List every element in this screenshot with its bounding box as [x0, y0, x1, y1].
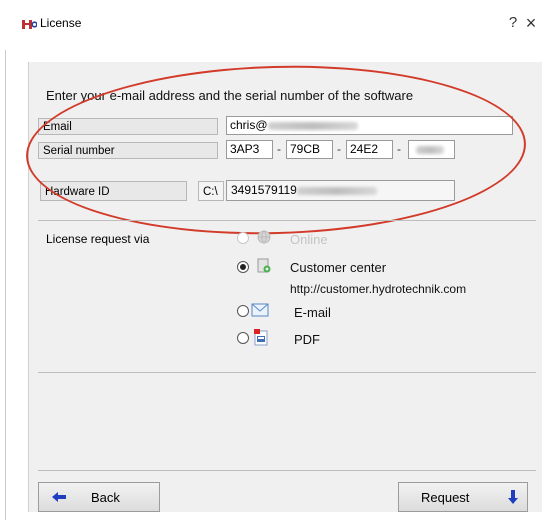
title-bar	[0, 0, 557, 40]
option-pdf-label[interactable]: PDF	[294, 332, 320, 347]
divider	[38, 470, 536, 471]
radio-email[interactable]	[237, 305, 249, 317]
request-button[interactable]: Request	[398, 482, 528, 512]
pdf-icon	[254, 329, 268, 346]
radio-online	[237, 232, 249, 244]
globe-icon	[257, 230, 271, 244]
arrow-down-icon	[508, 490, 518, 504]
close-button[interactable]: ×	[515, 10, 547, 36]
back-button[interactable]: Back	[38, 482, 160, 512]
option-email-label[interactable]: E-mail	[294, 305, 331, 320]
customer-center-url: http://customer.hydrotechnik.com	[290, 282, 467, 296]
envelope-icon	[251, 303, 269, 317]
left-border	[5, 50, 6, 520]
back-button-label: Back	[91, 490, 120, 505]
arrow-left-icon	[52, 492, 66, 502]
divider	[38, 220, 536, 221]
radio-pdf[interactable]	[237, 332, 249, 344]
radio-customer-center[interactable]	[237, 261, 249, 273]
option-customer-center-label[interactable]: Customer center	[290, 260, 386, 275]
window-title: License	[40, 16, 82, 30]
license-request-label: License request via	[46, 232, 150, 246]
app-logo-icon	[22, 20, 37, 29]
customer-center-icon	[257, 258, 271, 273]
option-online-label: Online	[290, 232, 328, 247]
divider	[38, 372, 536, 373]
request-button-label: Request	[421, 490, 470, 505]
